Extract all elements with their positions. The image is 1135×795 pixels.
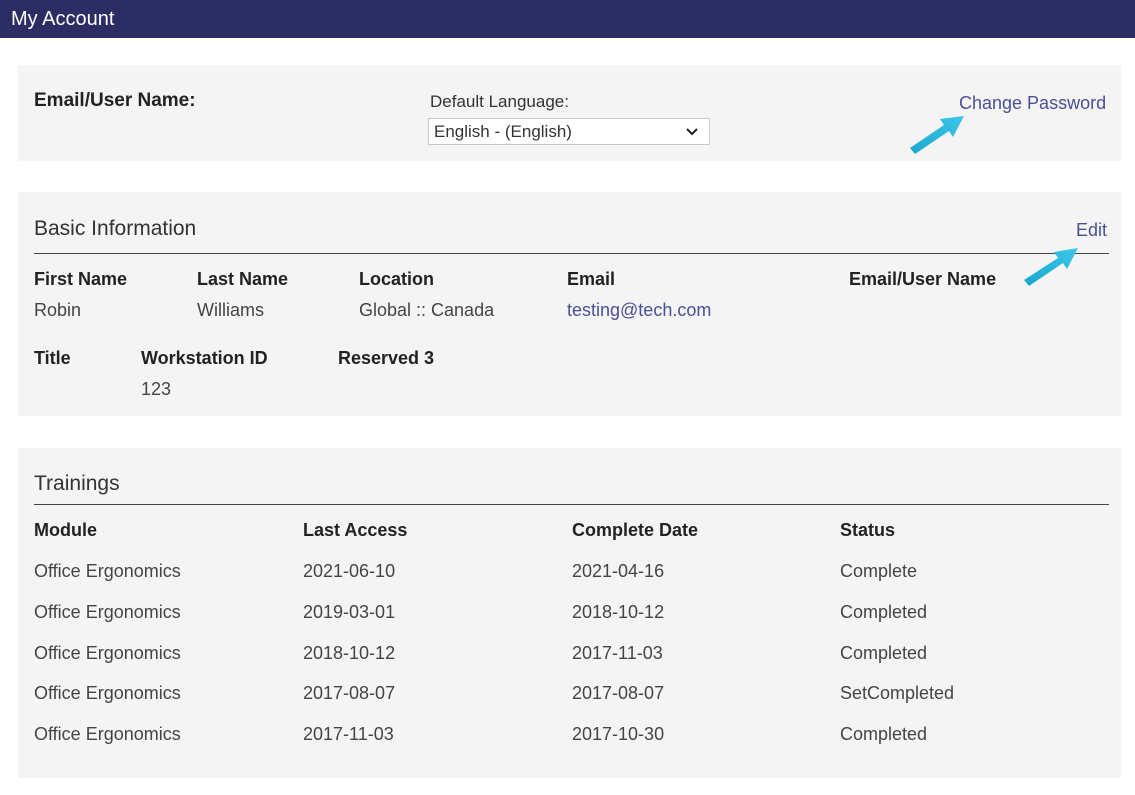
column-header-status: Status bbox=[840, 520, 896, 540]
cell-last-access: 2021-06-10 bbox=[303, 561, 396, 581]
default-language-label: Default Language: bbox=[430, 92, 569, 111]
page-header: My Account bbox=[0, 0, 1135, 38]
cell-module: Office Ergonomics bbox=[34, 643, 181, 663]
reserved-3-label: Reserved 3 bbox=[338, 348, 435, 368]
edit-link[interactable]: Edit bbox=[1076, 220, 1107, 241]
cell-status: SetCompleted bbox=[840, 683, 955, 703]
basic-information-panel: Basic Information Edit First Name Robin … bbox=[18, 192, 1121, 416]
cell-status: Complete bbox=[840, 561, 918, 581]
location-label: Location bbox=[359, 269, 434, 289]
cell-status: Completed bbox=[840, 724, 928, 744]
column-header-last-access: Last Access bbox=[303, 520, 408, 540]
cell-last-access: 2018-10-12 bbox=[303, 643, 396, 663]
cell-complete-date: 2017-08-07 bbox=[572, 683, 665, 703]
chevron-down-icon bbox=[686, 128, 698, 136]
location-value: Global :: Canada bbox=[359, 300, 495, 320]
section-divider bbox=[34, 504, 1109, 505]
email-label: Email bbox=[567, 269, 616, 289]
workstation-id-value: 123 bbox=[141, 379, 172, 399]
change-password-link[interactable]: Change Password bbox=[959, 93, 1106, 114]
default-language-select[interactable]: English - (English) bbox=[428, 118, 710, 145]
cell-module: Office Ergonomics bbox=[34, 561, 181, 581]
first-name-label: First Name bbox=[34, 269, 128, 289]
cell-last-access: 2017-11-03 bbox=[303, 724, 394, 744]
last-name-value: Williams bbox=[197, 300, 264, 320]
cell-last-access: 2019-03-01 bbox=[303, 602, 396, 622]
first-name-value: Robin bbox=[34, 300, 82, 320]
cell-module: Office Ergonomics bbox=[34, 602, 181, 622]
page-title: My Account bbox=[11, 8, 115, 30]
cell-complete-date: 2017-11-03 bbox=[572, 643, 663, 663]
trainings-title: Trainings bbox=[34, 472, 120, 495]
last-name-label: Last Name bbox=[197, 269, 289, 289]
arrow-icon bbox=[910, 116, 964, 154]
column-header-module: Module bbox=[34, 520, 97, 540]
arrow-icon bbox=[1024, 248, 1078, 286]
trainings-panel: Trainings Module Last Access Complete Da… bbox=[18, 448, 1121, 778]
cell-status: Completed bbox=[840, 602, 928, 622]
basic-information-title: Basic Information bbox=[34, 217, 197, 240]
section-divider bbox=[34, 253, 1109, 254]
column-header-complete-date: Complete Date bbox=[572, 520, 699, 540]
cell-module: Office Ergonomics bbox=[34, 683, 181, 703]
cell-status: Completed bbox=[840, 643, 928, 663]
workstation-id-label: Workstation ID bbox=[141, 348, 268, 368]
email-value-link[interactable]: testing@tech.com bbox=[567, 300, 711, 321]
cell-complete-date: 2017-10-30 bbox=[572, 724, 665, 744]
cell-module: Office Ergonomics bbox=[34, 724, 181, 744]
email-username-field-label: Email/User Name bbox=[849, 269, 997, 289]
default-language-value: English - (English) bbox=[434, 122, 572, 141]
cell-last-access: 2017-08-07 bbox=[303, 683, 396, 703]
email-username-label: Email/User Name: bbox=[34, 90, 196, 111]
cell-complete-date: 2018-10-12 bbox=[572, 602, 665, 622]
cell-complete-date: 2021-04-16 bbox=[572, 561, 665, 581]
title-label: Title bbox=[34, 348, 71, 368]
